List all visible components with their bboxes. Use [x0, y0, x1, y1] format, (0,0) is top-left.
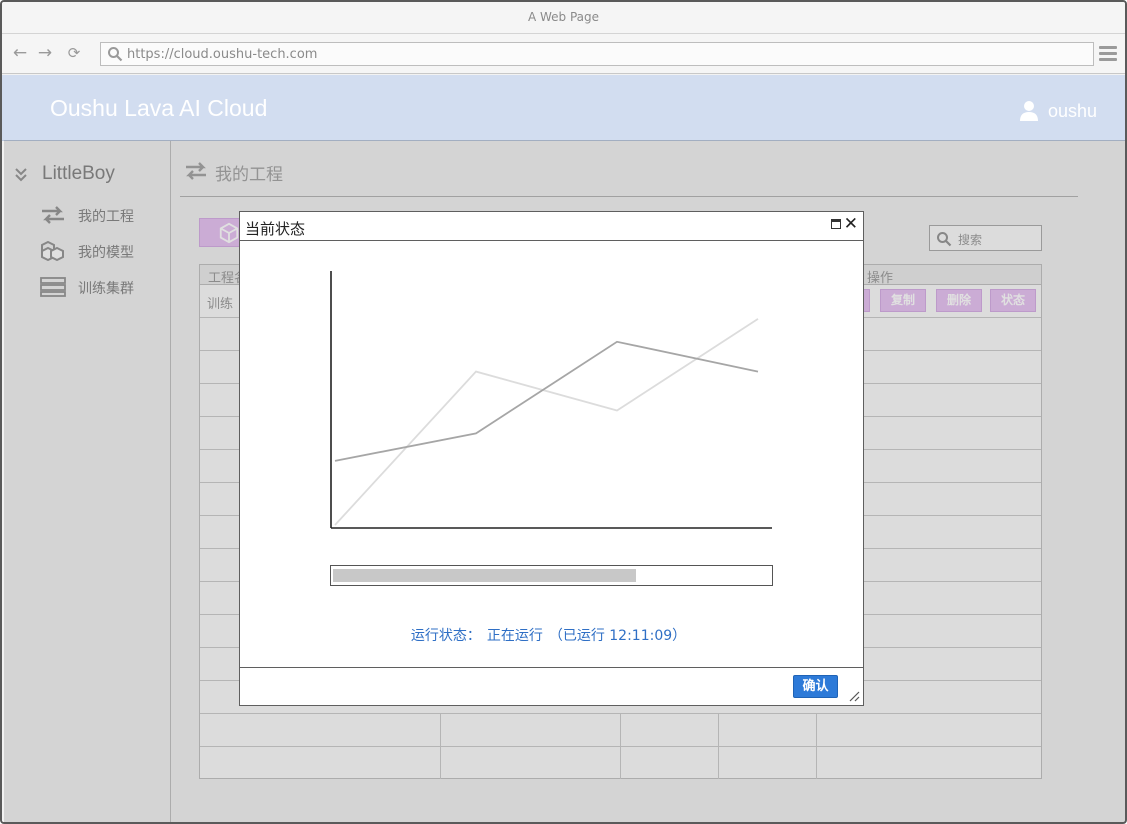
status-value: 正在运行	[486, 628, 543, 644]
dialog-footer-divider	[240, 667, 863, 668]
status-label: 运行状态：	[410, 628, 481, 644]
dialog-title: 当前状态	[245, 220, 306, 238]
resize-grip-icon[interactable]	[848, 690, 860, 702]
maximize-icon[interactable]	[831, 219, 841, 229]
reload-icon[interactable]: ⟳	[64, 43, 84, 63]
browser-titlebar: A Web Page	[2, 2, 1125, 34]
progress-bar	[330, 565, 773, 586]
app-brand[interactable]: Oushu Lava AI Cloud	[50, 95, 267, 122]
browser-title: A Web Page	[527, 10, 600, 24]
hamburger-menu-icon[interactable]	[1099, 46, 1117, 62]
status-dialog: 当前状态 ✕ 运行状态： 正在运行 （已运行 12:11:09） 确认	[239, 211, 864, 706]
app-header: Oushu Lava AI Cloud oushu	[2, 75, 1125, 141]
back-arrow-icon[interactable]: ←	[10, 43, 30, 63]
user-icon	[1020, 101, 1038, 121]
dialog-titlebar[interactable]: 当前状态 ✕	[240, 212, 863, 241]
forward-arrow-icon[interactable]: →	[35, 43, 55, 63]
confirm-button[interactable]: 确认	[793, 675, 838, 698]
url-text: https://cloud.oushu-tech.com	[127, 47, 318, 62]
address-bar[interactable]: https://cloud.oushu-tech.com	[100, 42, 1094, 66]
status-elapsed: （已运行 12:11:09）	[548, 628, 687, 644]
close-icon[interactable]: ✕	[844, 215, 858, 233]
series-line-2	[334, 318, 759, 526]
run-status: 运行状态： 正在运行 （已运行 12:11:09）	[240, 625, 863, 645]
progress-fill	[333, 569, 636, 582]
status-line-chart	[330, 271, 772, 529]
browser-toolbar: ← → ⟳ https://cloud.oushu-tech.com	[2, 34, 1125, 74]
username[interactable]: oushu	[1048, 101, 1097, 122]
search-icon	[108, 47, 123, 62]
browser-window: A Web Page ← → ⟳ https://cloud.oushu-tec…	[0, 0, 1127, 824]
